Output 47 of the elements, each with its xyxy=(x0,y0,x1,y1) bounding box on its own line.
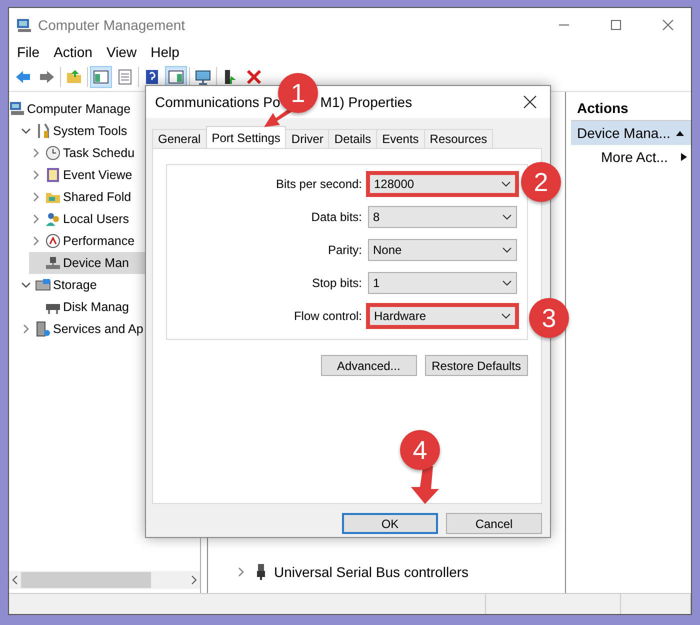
dialog-title: M1) Properties xyxy=(320,94,412,110)
tree-item-label: Event Viewe xyxy=(63,168,132,182)
tree-item-label: Task Schedu xyxy=(63,146,135,160)
tree-item[interactable]: Services and Ap xyxy=(19,318,200,340)
tab[interactable]: Port Settings xyxy=(206,126,286,148)
window-title: Computer Management xyxy=(38,16,186,32)
actions-group[interactable]: Device Mana... xyxy=(571,121,691,145)
tree-item[interactable]: Event Viewe xyxy=(29,164,200,186)
tree-item-label: Performance xyxy=(63,234,135,248)
field-label: Flow control: xyxy=(294,309,362,323)
cancel-button[interactable]: Cancel xyxy=(446,513,542,534)
field-label: Parity: xyxy=(328,243,362,257)
device-category[interactable]: Universal Serial Bus controllers xyxy=(274,564,469,580)
tree-item[interactable]: Storage xyxy=(19,274,200,296)
tree-item-label: Services and Ap xyxy=(53,322,144,336)
tree-item-label: Computer Manage xyxy=(27,102,131,116)
tree-item[interactable]: Shared Fold xyxy=(29,186,200,208)
tab[interactable]: Resources xyxy=(424,129,494,148)
dropdown[interactable]: 8 xyxy=(368,206,517,228)
settings-button[interactable]: Advanced... xyxy=(320,355,417,376)
tree-item-label: Shared Fold xyxy=(63,190,132,204)
tree-item-label: Local Users xyxy=(63,212,129,226)
menu-item[interactable]: View xyxy=(106,44,137,60)
settings-button[interactable]: Restore Defaults xyxy=(424,355,528,376)
tree-item[interactable]: Local Users xyxy=(29,208,200,230)
tab[interactable]: Driver xyxy=(285,129,330,148)
tree-item-label: System Tools xyxy=(53,124,128,138)
ok-button[interactable]: OK xyxy=(342,513,438,534)
action-link[interactable]: More Act... xyxy=(601,149,668,165)
dropdown[interactable]: None xyxy=(368,239,517,261)
tree-item-label: Disk Manag xyxy=(63,300,129,314)
tree-item[interactable]: Disk Manag xyxy=(29,296,200,318)
menu-item[interactable]: Action xyxy=(54,44,92,60)
field-label: Stop bits: xyxy=(312,276,362,290)
menu-item[interactable]: File xyxy=(17,44,40,60)
dropdown[interactable]: 1 xyxy=(368,272,517,294)
menu-item[interactable]: Help xyxy=(150,44,180,60)
dialog-title: Communications Po xyxy=(155,94,280,110)
field-label: Data bits: xyxy=(311,210,362,224)
tab[interactable]: General xyxy=(152,129,207,148)
tree-item-label: Device Man xyxy=(63,256,129,270)
tree-item[interactable]: Performance xyxy=(29,230,200,252)
dropdown[interactable]: 128000 xyxy=(368,173,517,195)
tree-item-label: Storage xyxy=(53,278,97,292)
actions-group-label: Device Mana... xyxy=(577,125,670,141)
dropdown[interactable]: Hardware xyxy=(368,305,517,327)
field-label: Bits per second: xyxy=(276,177,362,191)
